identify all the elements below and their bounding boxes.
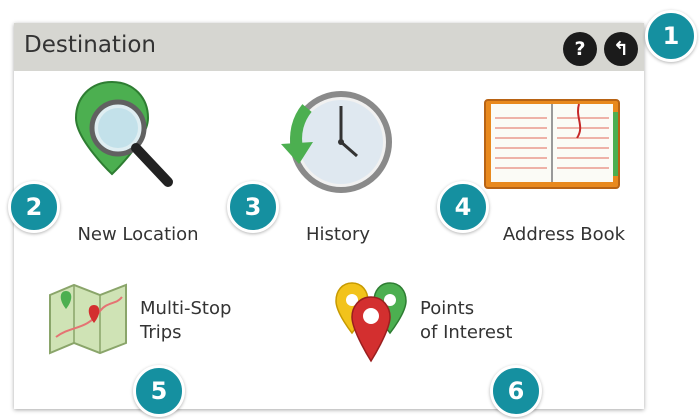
poi-pins-icon bbox=[335, 282, 407, 363]
history-button[interactable]: History bbox=[264, 78, 414, 248]
page-title: Destination bbox=[24, 32, 156, 58]
multi-stop-trips-button[interactable]: Multi-Stop Trips bbox=[44, 273, 244, 363]
new-location-button[interactable]: New Location bbox=[44, 78, 214, 248]
back-arrow-icon: ↰ bbox=[613, 38, 629, 60]
points-of-interest-label: Points of Interest bbox=[420, 297, 512, 345]
clock-icon bbox=[281, 91, 392, 193]
callout-2: 2 bbox=[8, 181, 60, 233]
history-label: History bbox=[305, 224, 371, 245]
callout-4: 4 bbox=[437, 181, 489, 233]
header-bar: Destination ? ↰ bbox=[14, 23, 644, 71]
map-icon bbox=[49, 283, 127, 355]
callout-6: 6 bbox=[490, 365, 542, 417]
multi-stop-label-line1: Multi-Stop bbox=[140, 298, 232, 319]
callout-1: 1 bbox=[645, 10, 697, 62]
new-location-label: New Location bbox=[77, 224, 199, 245]
poi-label-line2: of Interest bbox=[420, 322, 513, 343]
destination-screen: Destination ? ↰ New Location History Add… bbox=[14, 23, 644, 409]
address-book-label: Address Book bbox=[502, 224, 626, 245]
multi-stop-label-line2: Trips bbox=[140, 322, 182, 343]
back-button[interactable]: ↰ bbox=[604, 32, 638, 66]
multi-stop-trips-label: Multi-Stop Trips bbox=[140, 297, 231, 345]
address-book-icon bbox=[484, 99, 620, 189]
points-of-interest-button[interactable]: Points of Interest bbox=[334, 273, 554, 363]
poi-label-line1: Points bbox=[420, 298, 475, 319]
help-icon: ? bbox=[574, 38, 586, 60]
callout-5: 5 bbox=[133, 365, 185, 417]
help-button[interactable]: ? bbox=[563, 32, 597, 66]
address-book-button[interactable]: Address Book bbox=[464, 78, 626, 248]
callout-3: 3 bbox=[227, 181, 279, 233]
magnifier-pin-icon bbox=[74, 80, 173, 187]
